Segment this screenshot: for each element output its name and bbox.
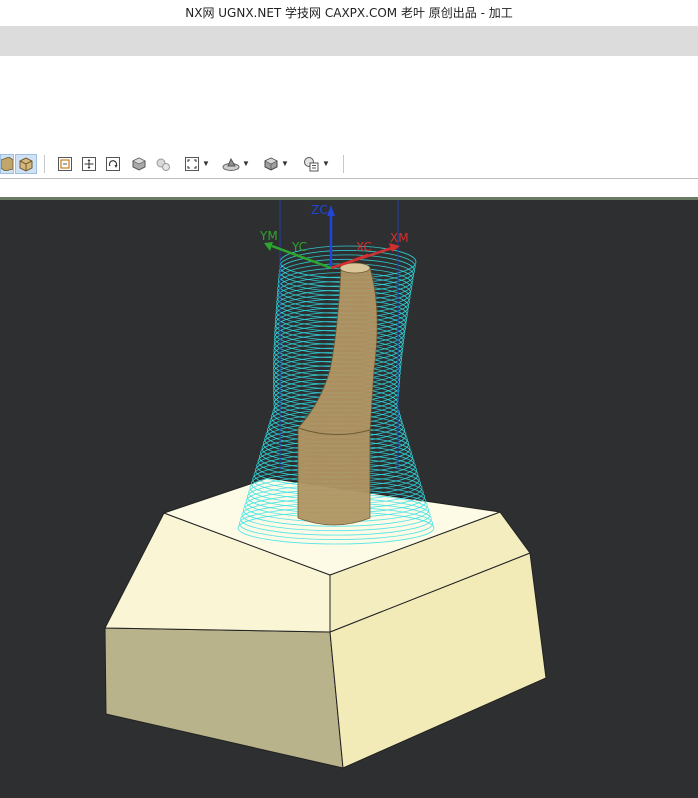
orient-view-icon bbox=[222, 157, 240, 171]
xc-label: XC bbox=[356, 240, 372, 254]
display-mode-button[interactable]: ▼ bbox=[259, 154, 293, 174]
stock-left-face bbox=[104, 627, 344, 769]
zoom-region-button[interactable]: ▼ bbox=[181, 154, 213, 174]
visibility-button[interactable]: ▼ bbox=[299, 154, 333, 174]
toolbar-separator bbox=[343, 155, 344, 173]
fit-view-icon bbox=[58, 157, 72, 171]
chevron-down-icon: ▼ bbox=[322, 159, 330, 168]
orient-view-button[interactable]: ▼ bbox=[219, 154, 253, 174]
visibility-icon bbox=[304, 157, 319, 172]
fit-view-button[interactable] bbox=[55, 154, 75, 174]
pan-button[interactable] bbox=[79, 154, 99, 174]
rotate-button[interactable] bbox=[103, 154, 123, 174]
shaded-edges-cube-icon bbox=[19, 157, 33, 172]
zoom-region-icon bbox=[185, 157, 200, 171]
toolbar-separator bbox=[44, 155, 45, 173]
xm-label: XM bbox=[390, 231, 409, 245]
ym-label: YM bbox=[259, 229, 278, 243]
shaded-edges-view-button[interactable] bbox=[15, 154, 37, 174]
status-strip bbox=[0, 179, 698, 197]
shaded-cube-icon bbox=[1, 157, 13, 171]
render-style-button[interactable] bbox=[129, 154, 149, 174]
yc-label: YC bbox=[291, 240, 307, 254]
chevron-down-icon: ▼ bbox=[202, 159, 210, 168]
rotate-icon bbox=[106, 157, 120, 171]
zc-label: ZC bbox=[311, 203, 328, 217]
display-mode-icon bbox=[264, 157, 278, 171]
window-title: NX网 UGNX.NET 学技网 CAXPX.COM 老叶 原创出品 - 加工 bbox=[0, 0, 698, 26]
chevron-down-icon: ▼ bbox=[281, 159, 289, 168]
hidden-style-button[interactable] bbox=[153, 154, 173, 174]
ribbon-area bbox=[0, 56, 698, 151]
solid-box-icon bbox=[132, 157, 146, 171]
menu-bar bbox=[0, 26, 698, 56]
3d-scene[interactable]: ZC YM YC XC XM bbox=[0, 200, 698, 798]
graphics-viewport[interactable]: ZC YM YC XC XM bbox=[0, 200, 698, 798]
chevron-down-icon: ▼ bbox=[242, 159, 250, 168]
pan-icon bbox=[82, 157, 96, 171]
gears-icon bbox=[156, 158, 170, 171]
view-toolbar: ▼ ▼ ▼ ▼ bbox=[0, 150, 698, 179]
shaded-view-button[interactable] bbox=[0, 154, 14, 174]
